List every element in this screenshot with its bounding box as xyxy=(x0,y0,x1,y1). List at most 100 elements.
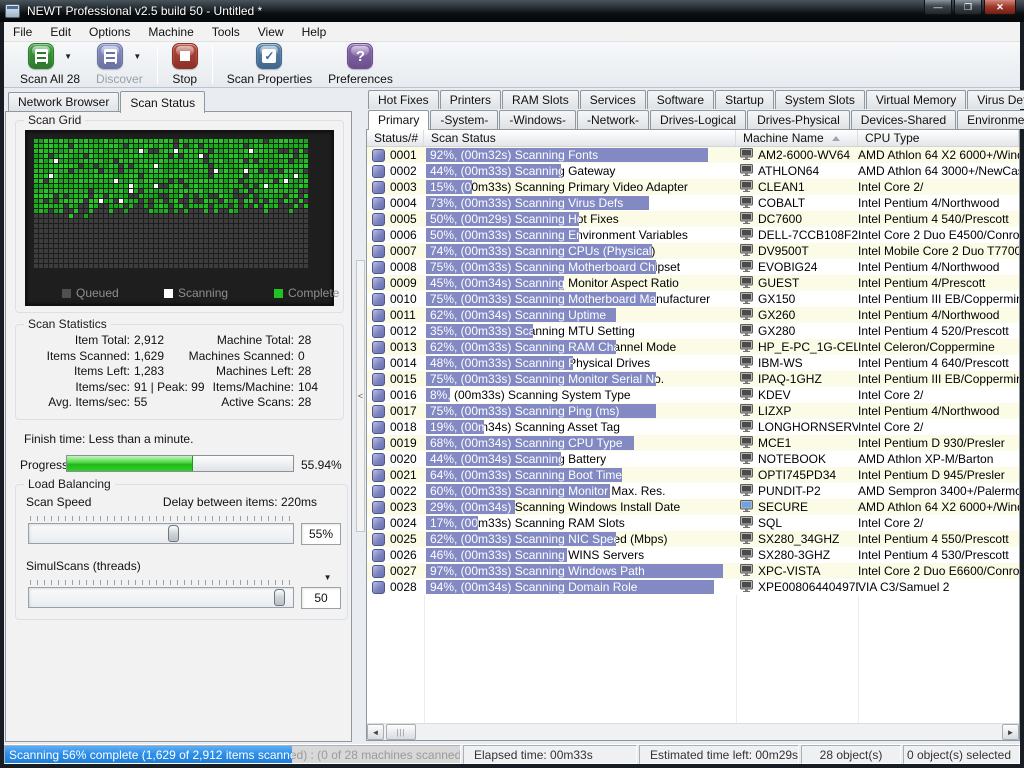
table-row[interactable]: 002044%, (00m34s) Scanning Battery44%, (… xyxy=(367,451,1019,467)
tab-system-slots[interactable]: System Slots xyxy=(775,90,865,109)
splitter-collapse-button[interactable]: < xyxy=(356,260,365,532)
column-header-scan-status[interactable]: Scan Status xyxy=(424,130,736,146)
discover-label: Discover xyxy=(96,72,143,86)
tab-network-browser[interactable]: Network Browser xyxy=(8,92,119,112)
table-row[interactable]: 001235%, (00m33s) Scanning MTU Setting35… xyxy=(367,323,1019,339)
scan-properties-button[interactable]: ✓Scan Properties xyxy=(223,42,316,87)
computer-icon-wrap xyxy=(740,388,753,403)
grid-cell xyxy=(159,219,163,223)
scan-speed-slider[interactable] xyxy=(28,523,294,544)
column-header-machine-name[interactable]: Machine Name xyxy=(736,130,858,146)
menu-tools[interactable]: Tools xyxy=(203,23,249,41)
tab--system-[interactable]: -System- xyxy=(430,110,498,129)
stop-button[interactable]: Stop xyxy=(168,42,202,87)
grid-cell xyxy=(54,169,58,173)
tab-devices-shared[interactable]: Devices-Shared xyxy=(851,110,956,129)
table-row[interactable]: 00168%, (00m33s) Scanning System Type8%,… xyxy=(367,387,1019,403)
grid-cell xyxy=(279,144,283,148)
tab--windows-[interactable]: -Windows- xyxy=(499,110,576,129)
grid-cell xyxy=(209,229,213,233)
simulscans-slider[interactable] xyxy=(28,587,294,608)
grid-cell xyxy=(109,204,113,208)
tab-startup[interactable]: Startup xyxy=(715,90,774,109)
grid-cell xyxy=(109,194,113,198)
tab-drives-logical[interactable]: Drives-Logical xyxy=(650,110,746,129)
scan-all-dropdown-arrow[interactable]: ▼ xyxy=(64,52,72,61)
grid-cell xyxy=(174,174,178,178)
menu-machine[interactable]: Machine xyxy=(139,23,202,41)
menu-options[interactable]: Options xyxy=(80,23,139,41)
stat-label: Items Scanned: xyxy=(26,349,130,365)
table-row[interactable]: 000473%, (00m33s) Scanning Virus Defs73%… xyxy=(367,195,1019,211)
table-row[interactable]: 002164%, (00m33s) Scanning Boot Time64%,… xyxy=(367,467,1019,483)
discover-dropdown-arrow[interactable]: ▼ xyxy=(133,52,141,61)
table-row[interactable]: 001819%, (00m34s) Scanning Asset Tag19%,… xyxy=(367,419,1019,435)
table-row[interactable]: 000774%, (00m33s) Scanning CPUs (Physica… xyxy=(367,243,1019,259)
machine-name: AM2-6000-WV64 xyxy=(758,148,850,162)
minimize-button[interactable]: — xyxy=(924,0,952,15)
tab-ram-slots[interactable]: RAM Slots xyxy=(502,90,579,109)
simulscans-thumb[interactable] xyxy=(274,589,285,606)
table-row[interactable]: 001775%, (00m33s) Scanning Ping (ms)75%,… xyxy=(367,403,1019,419)
table-row[interactable]: 001075%, (00m33s) Scanning Motherboard M… xyxy=(367,291,1019,307)
scan-progress-bar: 62%, (00m33s) Scanning NIC Speed (Mbps) xyxy=(426,532,616,546)
scroll-right-button[interactable]: ► xyxy=(1002,724,1019,740)
tab-virus-definitions[interactable]: Virus Definitions xyxy=(967,90,1024,109)
preferences-button[interactable]: ?Preferences xyxy=(324,42,397,87)
grid-cell xyxy=(259,209,263,213)
scroll-left-button[interactable]: ◄ xyxy=(367,724,384,740)
grid-cell xyxy=(304,164,308,168)
tab-virtual-memory[interactable]: Virtual Memory xyxy=(866,90,966,109)
menu-edit[interactable]: Edit xyxy=(41,23,80,41)
table-row[interactable]: 002646%, (00m33s) Scanning WINS Servers4… xyxy=(367,547,1019,563)
menu-help[interactable]: Help xyxy=(293,23,336,41)
table-row[interactable]: 002797%, (00m33s) Scanning Windows Path9… xyxy=(367,563,1019,579)
restore-button[interactable]: ❐ xyxy=(954,0,982,15)
tab-scan-status[interactable]: Scan Status xyxy=(120,91,205,113)
grid-cell xyxy=(94,209,98,213)
menu-file[interactable]: File xyxy=(4,23,41,41)
table-row[interactable]: 002894%, (00m34s) Scanning Domain Role94… xyxy=(367,579,1019,595)
tab-hot-fixes[interactable]: Hot Fixes xyxy=(368,90,439,109)
grid-cell xyxy=(59,264,63,268)
table-row[interactable]: 001362%, (00m33s) Scanning RAM Channel M… xyxy=(367,339,1019,355)
scrollbar-thumb[interactable]: ||| xyxy=(386,724,416,740)
table-row[interactable]: 002329%, (00m34s) Scanning Windows Insta… xyxy=(367,499,1019,515)
column-header-status-[interactable]: Status/# xyxy=(367,130,424,146)
tab-software[interactable]: Software xyxy=(647,90,714,109)
close-button[interactable]: ✕ xyxy=(984,0,1016,15)
scan-all-button[interactable]: ▼Scan All 28 xyxy=(16,42,84,87)
grid-cell xyxy=(189,179,193,183)
table-row[interactable]: 000192%, (00m32s) Scanning Fonts92%, (00… xyxy=(367,147,1019,163)
table-row[interactable]: 001968%, (00m34s) Scanning CPU Type68%, … xyxy=(367,435,1019,451)
grid-cell xyxy=(54,199,58,203)
table-row[interactable]: 002417%, (00m33s) Scanning RAM Slots17%,… xyxy=(367,515,1019,531)
grid-cell xyxy=(164,239,168,243)
column-header-cpu-type[interactable]: CPU Type xyxy=(858,130,1019,146)
tab-printers[interactable]: Printers xyxy=(440,90,501,109)
grid-cell xyxy=(189,139,193,143)
table-row[interactable]: 000650%, (00m33s) Scanning Environment V… xyxy=(367,227,1019,243)
horizontal-scrollbar[interactable]: ◄ ||| ► xyxy=(367,723,1019,740)
table-row[interactable]: 000945%, (00m34s) Scanning Monitor Aspec… xyxy=(367,275,1019,291)
table-row[interactable]: 002562%, (00m33s) Scanning NIC Speed (Mb… xyxy=(367,531,1019,547)
table-row[interactable]: 001575%, (00m33s) Scanning Monitor Seria… xyxy=(367,371,1019,387)
tab--network-[interactable]: -Network- xyxy=(577,110,649,129)
grid-cell xyxy=(199,214,203,218)
tab-services[interactable]: Services xyxy=(580,90,646,109)
scan-speed-thumb[interactable] xyxy=(168,525,179,542)
tab-environment[interactable]: Environment xyxy=(957,110,1024,129)
grid-cell xyxy=(39,224,43,228)
table-row[interactable]: 000244%, (00m33s) Scanning Gateway44%, (… xyxy=(367,163,1019,179)
grid-cell xyxy=(139,234,143,238)
table-row[interactable]: 000550%, (00m29s) Scanning Hot Fixes50%,… xyxy=(367,211,1019,227)
table-row[interactable]: 000315%, (00m33s) Scanning Primary Video… xyxy=(367,179,1019,195)
table-row[interactable]: 001162%, (00m34s) Scanning Uptime62%, (0… xyxy=(367,307,1019,323)
table-row[interactable]: 000875%, (00m33s) Scanning Motherboard C… xyxy=(367,259,1019,275)
tab-primary[interactable]: Primary xyxy=(368,110,429,130)
tab-drives-physical[interactable]: Drives-Physical xyxy=(747,110,850,129)
table-row[interactable]: 002260%, (00m33s) Scanning Monitor Max. … xyxy=(367,483,1019,499)
grid-cell xyxy=(99,154,103,158)
table-row[interactable]: 001448%, (00m33s) Scanning Physical Driv… xyxy=(367,355,1019,371)
menu-view[interactable]: View xyxy=(249,23,293,41)
